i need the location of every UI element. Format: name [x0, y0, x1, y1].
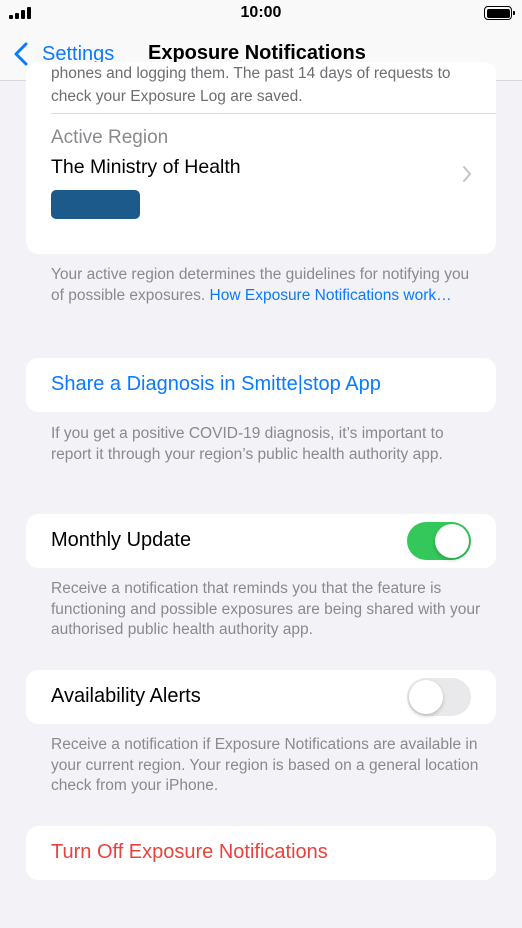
status-bar: 10:00 — [0, 0, 522, 28]
status-time: 10:00 — [240, 4, 282, 21]
battery-icon — [484, 6, 515, 20]
active-region-label: Active Region — [51, 127, 169, 148]
toggle-knob — [409, 680, 443, 714]
chevron-left-icon — [14, 42, 28, 66]
chevron-right-icon — [463, 166, 471, 182]
monthly-update-label: Monthly Update — [51, 529, 192, 551]
region-logo — [51, 190, 140, 219]
availability-alerts-footnote: Receive a notification if Exposure Notif… — [51, 736, 479, 794]
active-region-name: The Ministry of Health — [51, 156, 241, 178]
availability-alerts-label: Availability Alerts — [51, 685, 201, 707]
share-diagnosis-button[interactable]: Share a Diagnosis in Smitte|stop App — [26, 358, 496, 412]
share-diagnosis-footnote: If you get a positive COVID-19 diagnosis… — [51, 425, 444, 463]
monthly-update-row: Monthly Update — [26, 514, 496, 568]
share-diagnosis-label: Share a Diagnosis in Smitte|stop App — [51, 373, 381, 395]
region-footnote: Your active region determines the guidel… — [51, 265, 481, 306]
turn-off-label: Turn Off Exposure Notifications — [51, 841, 328, 863]
toggle-knob — [435, 524, 469, 558]
monthly-update-toggle[interactable] — [407, 522, 471, 560]
availability-alerts-row: Availability Alerts — [26, 670, 496, 724]
turn-off-exposure-notifications-button[interactable]: Turn Off Exposure Notifications — [26, 826, 496, 880]
how-exposure-notifications-work-link[interactable]: How Exposure Notifications work… — [210, 287, 452, 304]
monthly-update-footnote: Receive a notification that reminds you … — [51, 580, 481, 638]
region-card: phones and logging them. The past 14 day… — [26, 62, 496, 254]
availability-alerts-toggle[interactable] — [407, 678, 471, 716]
exposure-log-info: phones and logging them. The past 14 day… — [51, 65, 451, 105]
divider — [51, 113, 496, 114]
